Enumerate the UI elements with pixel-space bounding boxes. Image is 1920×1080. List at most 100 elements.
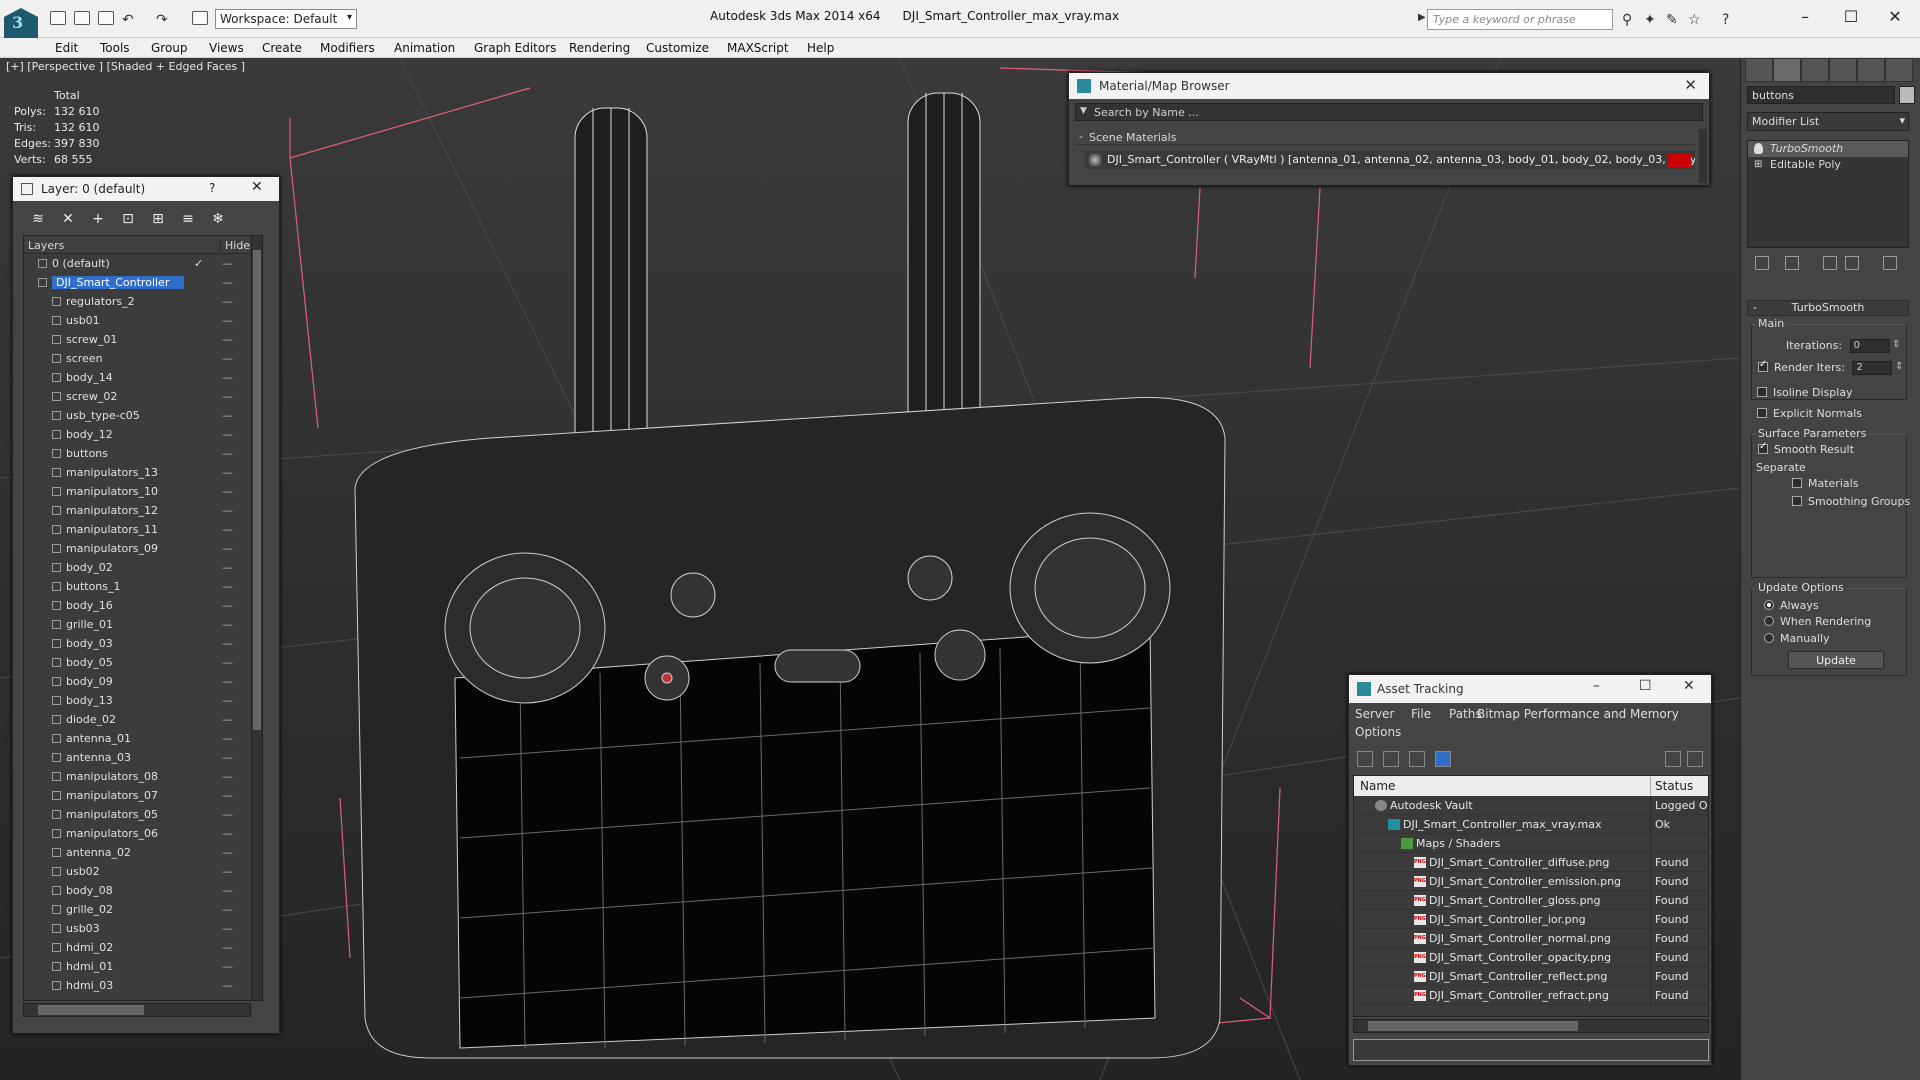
maximize-icon[interactable]: ☐ xyxy=(1836,7,1866,26)
maximize-icon[interactable]: ☐ xyxy=(1639,678,1652,694)
hide-toggle-icon[interactable]: — xyxy=(222,808,233,821)
layer-row[interactable]: antenna_02 — xyxy=(24,843,262,862)
hide-toggle-icon[interactable]: — xyxy=(222,295,233,308)
menu-bitmap-performance[interactable]: Bitmap Performance and Memory xyxy=(1477,707,1679,721)
hide-toggle-icon[interactable]: — xyxy=(222,542,233,555)
open-file-icon[interactable] xyxy=(74,11,90,25)
layer-row[interactable]: body_03 — xyxy=(24,634,262,653)
hide-all-icon[interactable]: ≡ xyxy=(179,211,197,227)
hide-toggle-icon[interactable]: — xyxy=(222,523,233,536)
hide-toggle-icon[interactable]: — xyxy=(222,979,233,992)
column-status[interactable]: Status xyxy=(1650,777,1693,795)
scene-materials-section[interactable]: Scene Materials xyxy=(1075,130,1695,145)
layer-row[interactable]: body_14 — xyxy=(24,368,262,387)
hide-toggle-icon[interactable]: — xyxy=(222,846,233,859)
layer-row[interactable]: body_16 — xyxy=(24,596,262,615)
close-icon[interactable]: ✕ xyxy=(1684,76,1697,94)
create-tab-icon[interactable] xyxy=(1745,58,1773,82)
asset-status-field[interactable] xyxy=(1353,1039,1709,1061)
turbosmooth-rollout-title[interactable]: - TurboSmooth xyxy=(1747,300,1909,316)
list-view-icon[interactable] xyxy=(1383,751,1399,767)
table-view-icon[interactable] xyxy=(1435,751,1451,767)
update-button[interactable]: Update xyxy=(1788,651,1884,669)
hide-toggle-icon[interactable]: — xyxy=(222,314,233,327)
layer-row[interactable]: grille_01 — xyxy=(24,615,262,634)
asset-row[interactable]: DJI_Smart_Controller_opacity.png Found xyxy=(1354,948,1708,967)
project-folder-icon[interactable] xyxy=(192,11,208,25)
layer-row[interactable]: hdmi_03 — xyxy=(24,976,262,995)
column-hide[interactable]: Hide xyxy=(220,239,250,252)
hide-toggle-icon[interactable]: — xyxy=(222,770,233,783)
close-icon[interactable]: ✕ xyxy=(251,179,263,195)
layer-row[interactable]: body_12 — xyxy=(24,425,262,444)
isoline-display-checkbox[interactable] xyxy=(1757,387,1767,397)
tools-icon[interactable]: ✎ xyxy=(1666,12,1678,28)
layer-row[interactable]: DJI_Smart_Controller — xyxy=(24,273,262,292)
layer-row[interactable]: body_09 — xyxy=(24,672,262,691)
layer-row[interactable]: antenna_03 — xyxy=(24,748,262,767)
hide-toggle-icon[interactable]: — xyxy=(222,751,233,764)
manually-radio[interactable] xyxy=(1764,633,1774,643)
layer-row[interactable]: manipulators_09 — xyxy=(24,539,262,558)
scroll-thumb[interactable] xyxy=(253,250,261,730)
material-item[interactable]: DJI_Smart_Controller ( VRayMtl ) [antenn… xyxy=(1085,151,1695,169)
stack-item-editable-poly[interactable]: ⊞ Editable Poly xyxy=(1748,157,1908,173)
hide-toggle-icon[interactable]: — xyxy=(222,789,233,802)
asset-row[interactable]: DJI_Smart_Controller_normal.png Found xyxy=(1354,929,1708,948)
layer-row[interactable]: buttons — xyxy=(24,444,262,463)
layer-row[interactable]: manipulators_06 — xyxy=(24,824,262,843)
thumbnail-view-icon[interactable] xyxy=(1409,751,1425,767)
column-name[interactable]: Name xyxy=(1360,779,1395,793)
modify-tab-icon[interactable] xyxy=(1773,58,1801,82)
modifier-stack[interactable]: TurboSmooth ⊞ Editable Poly xyxy=(1747,140,1909,248)
configure-modifier-sets-icon[interactable] xyxy=(1883,256,1897,270)
layer-row[interactable]: 0 (default) ✓ — xyxy=(24,254,262,273)
refresh-icon[interactable] xyxy=(1357,751,1373,767)
current-layer-check-icon[interactable]: ✓ xyxy=(194,257,203,270)
layer-row[interactable]: body_02 — xyxy=(24,558,262,577)
utilities-tab-icon[interactable] xyxy=(1885,58,1913,82)
layer-row[interactable]: hdmi_01 — xyxy=(24,957,262,976)
menu-views[interactable]: Views xyxy=(209,41,244,55)
menu-customize[interactable]: Customize xyxy=(646,41,709,55)
hide-toggle-icon[interactable]: — xyxy=(222,257,233,270)
asset-row[interactable]: DJI_Smart_Controller_gloss.png Found xyxy=(1354,891,1708,910)
asset-row[interactable]: DJI_Smart_Controller_diffuse.png Found xyxy=(1354,853,1708,872)
layer-row[interactable]: body_08 — xyxy=(24,881,262,900)
modifier-list-dropdown[interactable]: Modifier List xyxy=(1747,112,1909,131)
add-to-layer-icon[interactable]: + xyxy=(89,211,107,227)
hide-toggle-icon[interactable]: — xyxy=(222,732,233,745)
layer-panel-titlebar[interactable]: Layer: 0 (default) ? ✕ xyxy=(13,177,279,201)
material-search-input[interactable]: Search by Name ... xyxy=(1075,103,1703,121)
redo-icon[interactable]: ↷ xyxy=(156,12,168,28)
help-icon[interactable]: ? xyxy=(209,181,215,195)
asset-tracking-titlebar[interactable]: Asset Tracking – ☐ ✕ xyxy=(1349,675,1711,703)
save-file-icon[interactable] xyxy=(98,11,114,25)
hide-toggle-icon[interactable]: — xyxy=(222,618,233,631)
hide-toggle-icon[interactable]: — xyxy=(222,713,233,726)
layer-row[interactable]: manipulators_08 — xyxy=(24,767,262,786)
layer-row[interactable]: manipulators_11 — xyxy=(24,520,262,539)
minimize-icon[interactable]: – xyxy=(1593,678,1600,694)
delete-layer-icon[interactable]: ✕ xyxy=(59,211,77,227)
layer-row[interactable]: body_13 — xyxy=(24,691,262,710)
material-scrollbar[interactable] xyxy=(1699,129,1707,183)
layer-row[interactable]: buttons_1 — xyxy=(24,577,262,596)
hide-toggle-icon[interactable]: — xyxy=(222,333,233,346)
layer-list[interactable]: Layers Hide 0 (default) ✓ — DJI_Smart_Contr… xyxy=(23,235,263,1001)
search-expand-icon[interactable]: ▶ xyxy=(1418,12,1426,23)
hide-toggle-icon[interactable]: — xyxy=(222,599,233,612)
menu-rendering[interactable]: Rendering xyxy=(569,41,630,55)
favorites-star-icon[interactable]: ☆ xyxy=(1688,12,1701,28)
asset-row[interactable]: DJI_Smart_Controller_ior.png Found xyxy=(1354,910,1708,929)
layer-row[interactable]: hdmi_04 — xyxy=(24,995,262,1000)
show-end-result-icon[interactable] xyxy=(1785,256,1799,270)
render-iters-checkbox[interactable] xyxy=(1758,359,1768,372)
hide-toggle-icon[interactable]: — xyxy=(222,941,233,954)
hide-toggle-icon[interactable]: — xyxy=(222,637,233,650)
make-unique-icon[interactable] xyxy=(1823,256,1837,270)
layer-row[interactable]: antenna_01 — xyxy=(24,729,262,748)
render-iters-spinner[interactable]: 2 xyxy=(1852,361,1903,375)
help-icon[interactable] xyxy=(1665,751,1681,767)
hide-toggle-icon[interactable]: — xyxy=(222,561,233,574)
